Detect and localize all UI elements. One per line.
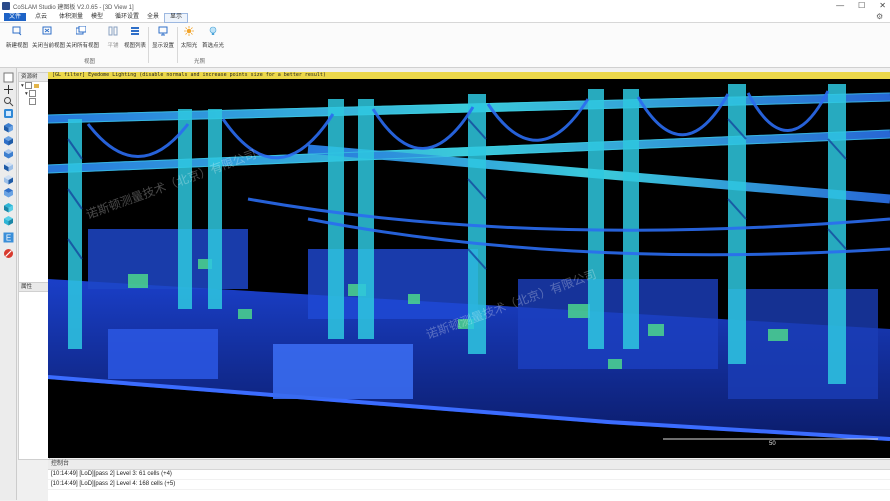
zoom-icon[interactable] [3,96,14,107]
log-line: [10:14:49] [LoD][pass 2] Level 3: 61 cel… [48,470,890,480]
iso-view-icon[interactable] [3,202,14,213]
new-view-button[interactable]: 新建视图 [2,26,32,49]
maximize-button[interactable]: ☐ [858,1,865,10]
checkbox-icon[interactable] [3,72,14,83]
back-view-icon[interactable] [3,148,14,159]
tree-checkbox[interactable] [25,82,33,90]
menu-display[interactable]: 显示 [164,13,189,23]
tree-item-root[interactable]: ▾ [19,82,49,90]
resource-tree-panel: 资源树 ▾ ▾ [18,72,50,284]
monitor-icon [158,26,168,36]
new-view-icon [12,26,22,36]
properties-panel: 属性 [18,282,50,460]
point-light-button[interactable]: 首选点光 [198,26,228,49]
tree-item-child[interactable]: ▾ [19,90,49,98]
gear-icon[interactable]: ⚙ [876,13,884,21]
view-icon[interactable] [3,108,14,119]
collapse-icon[interactable]: ▾ [25,91,28,97]
svg-text:E: E [6,234,11,243]
left-toolbar: E [0,68,17,500]
tree-checkbox[interactable] [29,90,37,98]
right-view-icon[interactable] [3,174,14,185]
app-icon [2,2,10,10]
close-view-icon [42,26,52,35]
menu-model[interactable]: 模型 [86,13,108,21]
view-list-button[interactable]: 视图列表 [120,26,150,49]
menu-volume[interactable]: 体积测量 [54,13,88,21]
3d-viewport[interactable]: [GL filter] Eyedome Lighting (disable no… [48,72,890,458]
tree-checkbox[interactable] [29,98,36,106]
bottom-view-icon[interactable] [3,187,14,198]
menu-panorama[interactable]: 全景 [142,13,164,21]
close-all-icon [75,25,87,35]
properties-title: 属性 [19,283,49,292]
list-icon [131,27,139,35]
folder-icon [33,83,39,88]
window-title: CoSLAM Studio 建图板 V2.0.65 - [3D View 1] [13,5,134,11]
menu-pointcloud[interactable]: 点云 [30,13,52,21]
close-all-views-button[interactable]: 关闭所有视图 [66,25,99,49]
console-panel: 控制台 [10:14:49] [LoD][pass 2] Level 3: 61… [48,459,890,501]
top-view-icon[interactable] [3,122,14,133]
sun-icon [184,26,194,36]
menu-bar: 文件 点云 体积测量 模型 循环设置 全景 显示 ⚙ [0,12,890,23]
edl-icon[interactable]: E [3,232,14,243]
point-cloud-render[interactable]: 诺斯顿测量技术（北京）有限公司 诺斯顿测量技术（北京）有限公司 [48,79,890,458]
bulb-icon [209,26,217,35]
menu-file[interactable]: 文件 [4,13,27,21]
resource-tree-title: 资源树 [19,73,49,82]
iso-view-2-icon[interactable] [3,215,14,226]
gl-filter-banner: [GL filter] Eyedome Lighting (disable no… [48,72,890,79]
left-view-icon[interactable] [3,161,14,172]
minimize-button[interactable]: — [836,1,844,10]
tree-item-leaf[interactable] [19,98,49,106]
menu-loop-settings[interactable]: 循环设置 [110,13,144,21]
scale-bar-label: 50 [769,441,776,447]
group-label-lighting: 光照 [194,59,206,65]
close-button[interactable]: ✕ [879,1,886,10]
front-view-icon[interactable] [3,135,14,146]
close-current-view-button[interactable]: 关闭当前视图 [32,26,65,49]
watermark-text: 诺斯顿测量技术（北京）有限公司 [84,147,258,222]
log-line: [10:14:49] [LoD][pass 2] Level 4: 168 ce… [48,480,890,490]
crosshair-icon[interactable] [3,84,14,95]
console-title: 控制台 [48,460,890,470]
group-label-view: 视图 [84,59,96,65]
collapse-icon[interactable]: ▾ [21,83,24,89]
stop-icon[interactable] [3,248,14,259]
tile-icon [108,26,118,36]
ribbon: 新建视图 关闭当前视图 关闭所有视图 平铺 视图列表 显示设置 太阳光 首选点光… [0,23,890,68]
